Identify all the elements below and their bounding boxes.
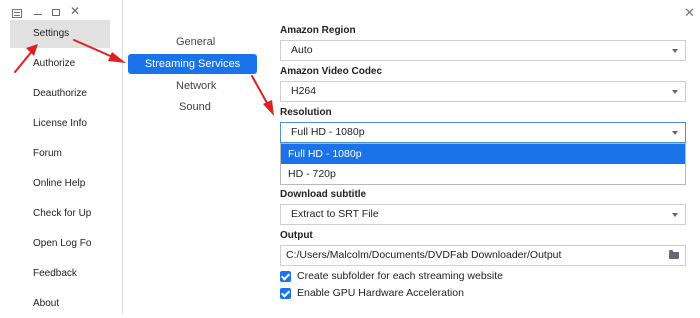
arrow-head-settings bbox=[26, 44, 38, 56]
arrow-to-settings bbox=[14, 49, 34, 73]
arrow-head-streaming bbox=[108, 52, 126, 63]
arrow-head-resolution bbox=[263, 100, 274, 116]
arrow-to-streaming-services bbox=[73, 39, 116, 59]
annotation-arrows bbox=[14, 39, 274, 116]
arrow-to-resolution bbox=[251, 75, 268, 104]
